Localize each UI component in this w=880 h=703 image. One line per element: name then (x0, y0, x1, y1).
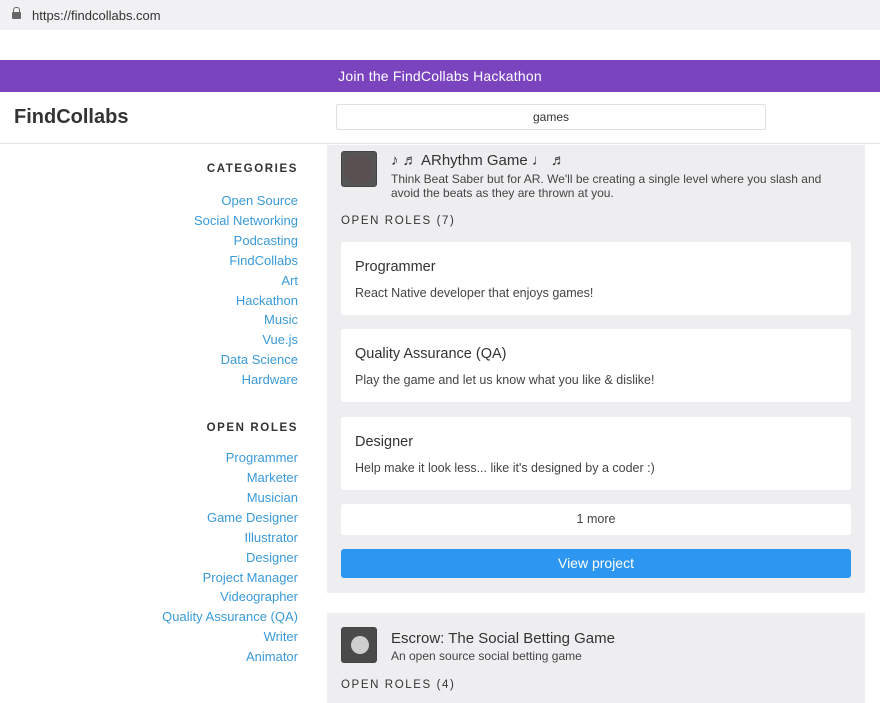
role-title: Programmer (355, 259, 436, 275)
project-title[interactable]: ♪ ♬ ARhythm Game ♩ ♬ (391, 152, 566, 169)
site-logo[interactable]: FindCollabs (14, 106, 128, 129)
sidebar-item-hackathon[interactable]: Hackathon (0, 291, 298, 311)
sidebar-item-music[interactable]: Music (0, 310, 298, 330)
browser-url-bar[interactable]: https://findcollabs.com (0, 0, 880, 30)
url-text[interactable]: https://findcollabs.com (32, 8, 161, 23)
sidebar-item-animator[interactable]: Animator (0, 647, 298, 667)
sidebar-item-hardware[interactable]: Hardware (0, 370, 298, 390)
sidebar-item-findcollabs[interactable]: FindCollabs (0, 251, 298, 271)
open-roles-count: OPEN ROLES (7) (341, 215, 456, 227)
sidebar-item-musician[interactable]: Musician (0, 488, 298, 508)
lock-icon (12, 7, 21, 21)
categories-heading: CATEGORIES (206, 163, 298, 175)
sidebar-item-illustrator[interactable]: Illustrator (0, 528, 298, 548)
role-card-programmer[interactable]: Programmer React Native developer that e… (341, 242, 851, 315)
view-project-button[interactable]: View project (341, 549, 851, 578)
open-roles-heading: OPEN ROLES (206, 422, 298, 435)
sidebar-item-videographer[interactable]: Videographer (0, 587, 298, 607)
role-description: Help make it look less... like it's desi… (355, 461, 655, 475)
sidebar-item-art[interactable]: Art (0, 271, 298, 291)
sidebar-item-open-source[interactable]: Open Source (0, 191, 298, 211)
sidebar-item-podcasting[interactable]: Podcasting (0, 231, 298, 251)
role-description: Play the game and let us know what you l… (355, 373, 655, 387)
sidebar-item-vuejs[interactable]: Vue.js (0, 330, 298, 350)
site-header: FindCollabs (0, 92, 880, 144)
search-input[interactable] (336, 104, 766, 130)
roles-list: Programmer Marketer Musician Game Design… (0, 448, 298, 667)
role-description: React Native developer that enjoys games… (355, 286, 594, 300)
sidebar-item-data-science[interactable]: Data Science (0, 350, 298, 370)
sidebar-item-programmer[interactable]: Programmer (0, 448, 298, 468)
more-roles-button[interactable]: 1 more (341, 504, 851, 535)
role-card-qa[interactable]: Quality Assurance (QA) Play the game and… (341, 329, 851, 402)
role-card-designer[interactable]: Designer Help make it look less... like … (341, 417, 851, 490)
sidebar-item-social-networking[interactable]: Social Networking (0, 211, 298, 231)
sidebar: CATEGORIES Open Source Social Networking… (0, 145, 298, 667)
sidebar-item-game-designer[interactable]: Game Designer (0, 508, 298, 528)
project-card: Escrow: The Social Betting Game An open … (327, 613, 865, 703)
sidebar-item-writer[interactable]: Writer (0, 627, 298, 647)
open-roles-count: OPEN ROLES (4) (341, 679, 456, 691)
project-card: ♪ ♬ ARhythm Game ♩ ♬ Think Beat Saber bu… (327, 145, 865, 593)
role-title: Quality Assurance (QA) (355, 346, 507, 362)
project-thumbnail[interactable] (341, 151, 377, 187)
role-title: Designer (355, 434, 414, 450)
sidebar-item-marketer[interactable]: Marketer (0, 468, 298, 488)
sidebar-item-project-manager[interactable]: Project Manager (0, 568, 298, 588)
project-description: An open source social betting game (391, 649, 582, 663)
project-title[interactable]: Escrow: The Social Betting Game (391, 630, 615, 647)
sidebar-item-designer[interactable]: Designer (0, 548, 298, 568)
sidebar-item-qa[interactable]: Quality Assurance (QA) (0, 607, 298, 627)
project-feed: ♪ ♬ ARhythm Game ♩ ♬ Think Beat Saber bu… (327, 145, 865, 703)
categories-list: Open Source Social Networking Podcasting… (0, 191, 298, 390)
project-thumbnail[interactable] (341, 627, 377, 663)
project-description: Think Beat Saber but for AR. We'll be cr… (391, 172, 822, 200)
hackathon-banner[interactable]: Join the FindCollabs Hackathon (0, 60, 880, 92)
